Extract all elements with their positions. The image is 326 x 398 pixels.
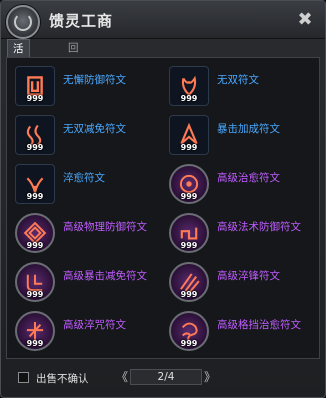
item-name: 无双符文	[217, 74, 259, 86]
item-name: 高级淬锋符文	[217, 270, 280, 282]
item-name: 高级治愈符文	[217, 172, 280, 184]
item-name: 高级淬咒符文	[63, 319, 126, 331]
shop-window: 馈灵工商 ✖ 活动商店 回 购 999 无懈防御符文 999 无双符文 999 无双减免符…	[0, 0, 326, 398]
item-quantity: 999	[26, 339, 44, 348]
shop-item[interactable]: 999 暴击加成符文	[164, 113, 316, 155]
shop-item[interactable]: 999 高级淬锋符文	[164, 260, 316, 302]
item-name: 无双减免符文	[63, 123, 126, 135]
item-quantity: 999	[26, 94, 44, 103]
item-quantity: 999	[180, 94, 198, 103]
shop-item[interactable]: 999 高级格挡治愈符文	[164, 309, 316, 351]
sell-no-confirm-checkbox[interactable]	[18, 372, 29, 383]
window-title: 馈灵工商	[49, 12, 114, 30]
item-quantity: 999	[180, 339, 198, 348]
footer-bar: 出售不确认 《 2/4 》	[6, 363, 320, 391]
tab-event-shop[interactable]: 活动商店	[7, 39, 30, 109]
item-quantity: 999	[180, 241, 198, 250]
item-quantity: 999	[26, 143, 44, 152]
sell-no-confirm-label: 出售不确认	[36, 373, 89, 385]
shop-item[interactable]: 999 高级淬咒符文	[10, 309, 162, 351]
shop-item[interactable]: 999 高级暴击减免符文	[10, 260, 162, 302]
next-page-icon[interactable]: 》	[204, 369, 216, 385]
item-name: 高级法术防御符文	[217, 221, 301, 233]
page-indicator: 2/4	[130, 369, 202, 385]
shop-item[interactable]: 999 无双符文	[164, 64, 316, 106]
item-quantity: 999	[26, 290, 44, 299]
item-name: 高级格挡治愈符文	[217, 319, 301, 331]
item-quantity: 999	[180, 143, 198, 152]
shop-item[interactable]: 999 淬愈符文	[10, 162, 162, 204]
item-name: 淬愈符文	[63, 172, 105, 184]
item-name: 高级物理防御符文	[63, 221, 147, 233]
prev-page-icon[interactable]: 《	[116, 369, 128, 385]
shop-item[interactable]: 999 无双减免符文	[10, 113, 162, 155]
item-quantity: 999	[180, 290, 198, 299]
item-grid: 999 无懈防御符文 999 无双符文 999 无双减免符文 999 暴击加成符文 999 淬愈符…	[6, 57, 320, 359]
item-quantity: 999	[26, 192, 44, 201]
shop-item[interactable]: 999 高级法术防御符文	[164, 211, 316, 253]
shop-item[interactable]: 999 高级物理防御符文	[10, 211, 162, 253]
item-quantity: 999	[26, 241, 44, 250]
shop-item[interactable]: 999 高级治愈符文	[164, 162, 316, 204]
item-name: 暴击加成符文	[217, 123, 280, 135]
item-name: 高级暴击减免符文	[63, 270, 147, 282]
title-bar[interactable]: 馈灵工商 ✖	[1, 1, 325, 39]
close-x-icon[interactable]: ✖	[295, 10, 315, 30]
item-name: 无懈防御符文	[63, 74, 126, 86]
shop-emblem-icon	[6, 5, 40, 39]
tab-buyback[interactable]: 回 购	[63, 39, 84, 72]
item-quantity: 999	[180, 192, 198, 201]
shop-item[interactable]: 999 无懈防御符文	[10, 64, 162, 106]
